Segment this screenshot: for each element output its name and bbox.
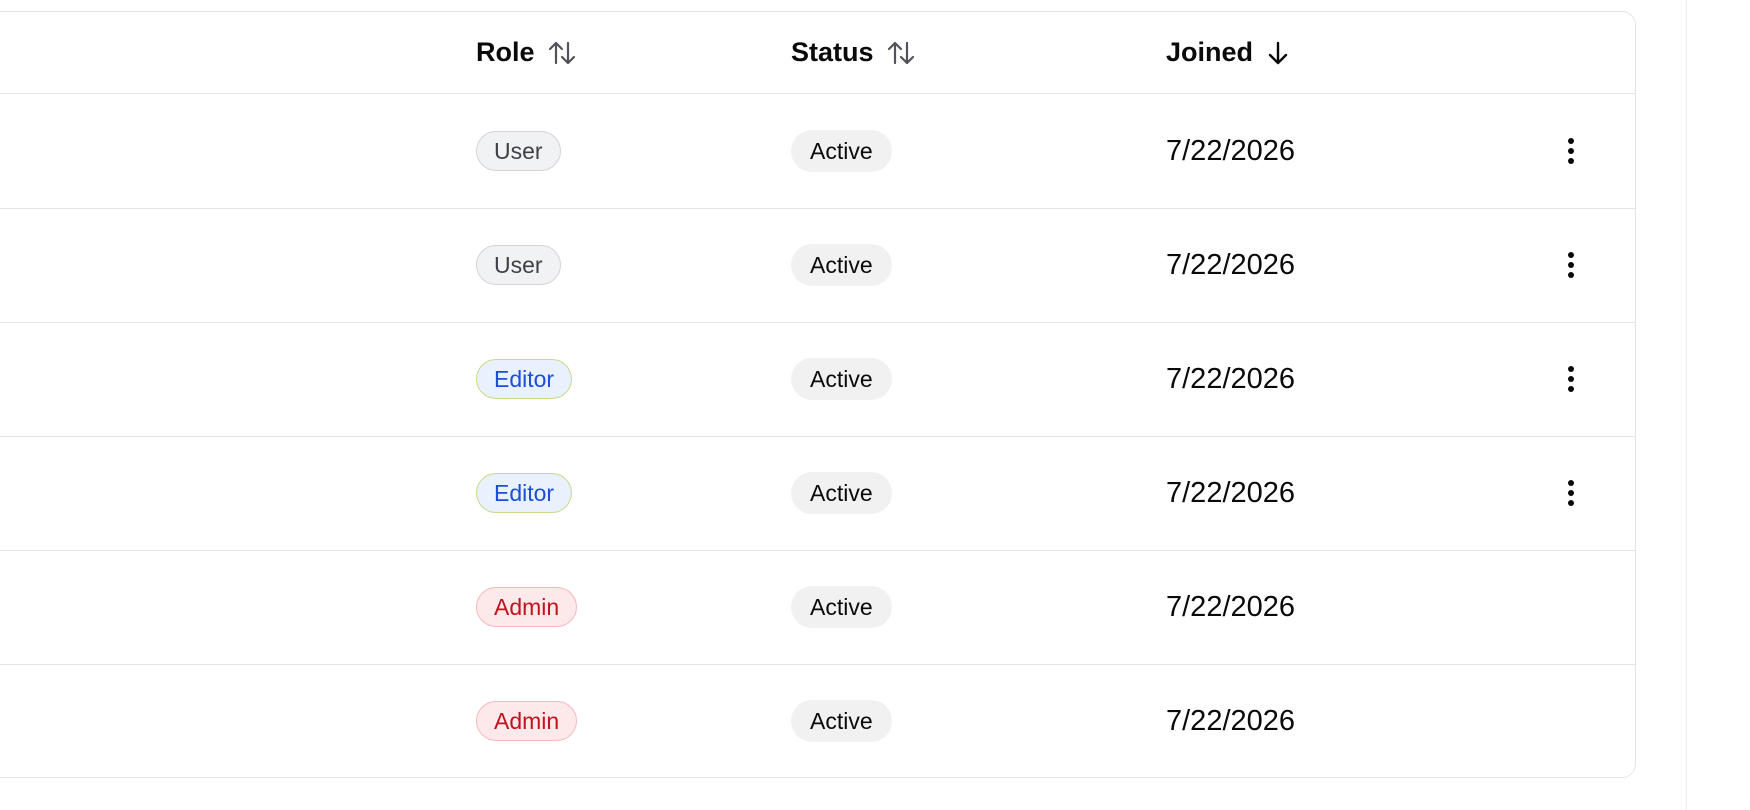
role-badge: Editor: [476, 473, 573, 513]
row-actions-button[interactable]: [1557, 359, 1585, 399]
joined-date: 7/22/2026: [1166, 134, 1296, 167]
right-panel-edge: [1686, 0, 1750, 810]
row-actions-button[interactable]: [1557, 245, 1585, 285]
more-vertical-icon: [1568, 366, 1574, 392]
table-row[interactable]: User Active 7/22/2026: [0, 208, 1635, 323]
role-cell: Editor: [476, 322, 573, 436]
table-row[interactable]: User Active 7/22/2026: [0, 94, 1635, 209]
row-actions-cell: [1557, 208, 1585, 322]
status-cell: Active: [791, 664, 892, 777]
role-cell: User: [476, 208, 561, 322]
status-cell: Active: [791, 94, 892, 208]
table-row[interactable]: Editor Active 7/22/2026: [0, 322, 1635, 437]
column-header-role[interactable]: Role: [476, 12, 577, 93]
role-cell: User: [476, 94, 561, 208]
column-header-label: Role: [476, 37, 535, 67]
more-vertical-icon: [1568, 252, 1574, 278]
role-badge: User: [476, 245, 561, 285]
joined-date: 7/22/2026: [1166, 590, 1296, 623]
status-badge: Active: [791, 358, 892, 400]
status-cell: Active: [791, 550, 892, 664]
row-actions-cell: [1557, 322, 1585, 436]
table-row[interactable]: Admin Active 7/22/2026: [0, 664, 1635, 777]
role-cell: Editor: [476, 436, 573, 550]
column-header-joined[interactable]: Joined: [1166, 12, 1291, 93]
status-badge: Active: [791, 700, 892, 742]
role-badge: User: [476, 131, 561, 171]
joined-date: 7/22/2026: [1166, 362, 1296, 395]
row-actions-button[interactable]: [1557, 473, 1585, 513]
table-row[interactable]: Admin Active 7/22/2026: [0, 550, 1635, 665]
status-badge: Active: [791, 130, 892, 172]
status-badge: Active: [791, 586, 892, 628]
joined-date: 7/22/2026: [1166, 476, 1296, 509]
row-actions-cell: [1557, 94, 1585, 208]
status-badge: Active: [791, 244, 892, 286]
status-cell: Active: [791, 436, 892, 550]
status-badge: Active: [791, 472, 892, 514]
status-cell: Active: [791, 322, 892, 436]
arrow-up-down-icon[interactable]: [886, 39, 916, 67]
table-header: Role Status Joined: [0, 12, 1635, 94]
row-actions-cell: [1557, 436, 1585, 550]
more-vertical-icon: [1568, 138, 1574, 164]
more-vertical-icon: [1568, 480, 1574, 506]
role-badge: Admin: [476, 587, 578, 627]
role-badge: Admin: [476, 701, 578, 741]
users-table: Role Status Joined User Active 7/22/2026…: [0, 11, 1636, 778]
status-cell: Active: [791, 208, 892, 322]
column-header-label: Status: [791, 37, 874, 67]
table-row[interactable]: Editor Active 7/22/2026: [0, 436, 1635, 551]
role-badge: Editor: [476, 359, 573, 399]
row-actions-button[interactable]: [1557, 131, 1585, 171]
joined-date: 7/22/2026: [1166, 248, 1296, 281]
column-header-label: Joined: [1166, 37, 1254, 67]
arrow-up-down-icon[interactable]: [547, 39, 577, 67]
role-cell: Admin: [476, 664, 578, 777]
joined-date: 7/22/2026: [1166, 704, 1296, 737]
role-cell: Admin: [476, 550, 578, 664]
arrow-down-icon[interactable]: [1265, 39, 1291, 67]
column-header-status[interactable]: Status: [791, 12, 916, 93]
